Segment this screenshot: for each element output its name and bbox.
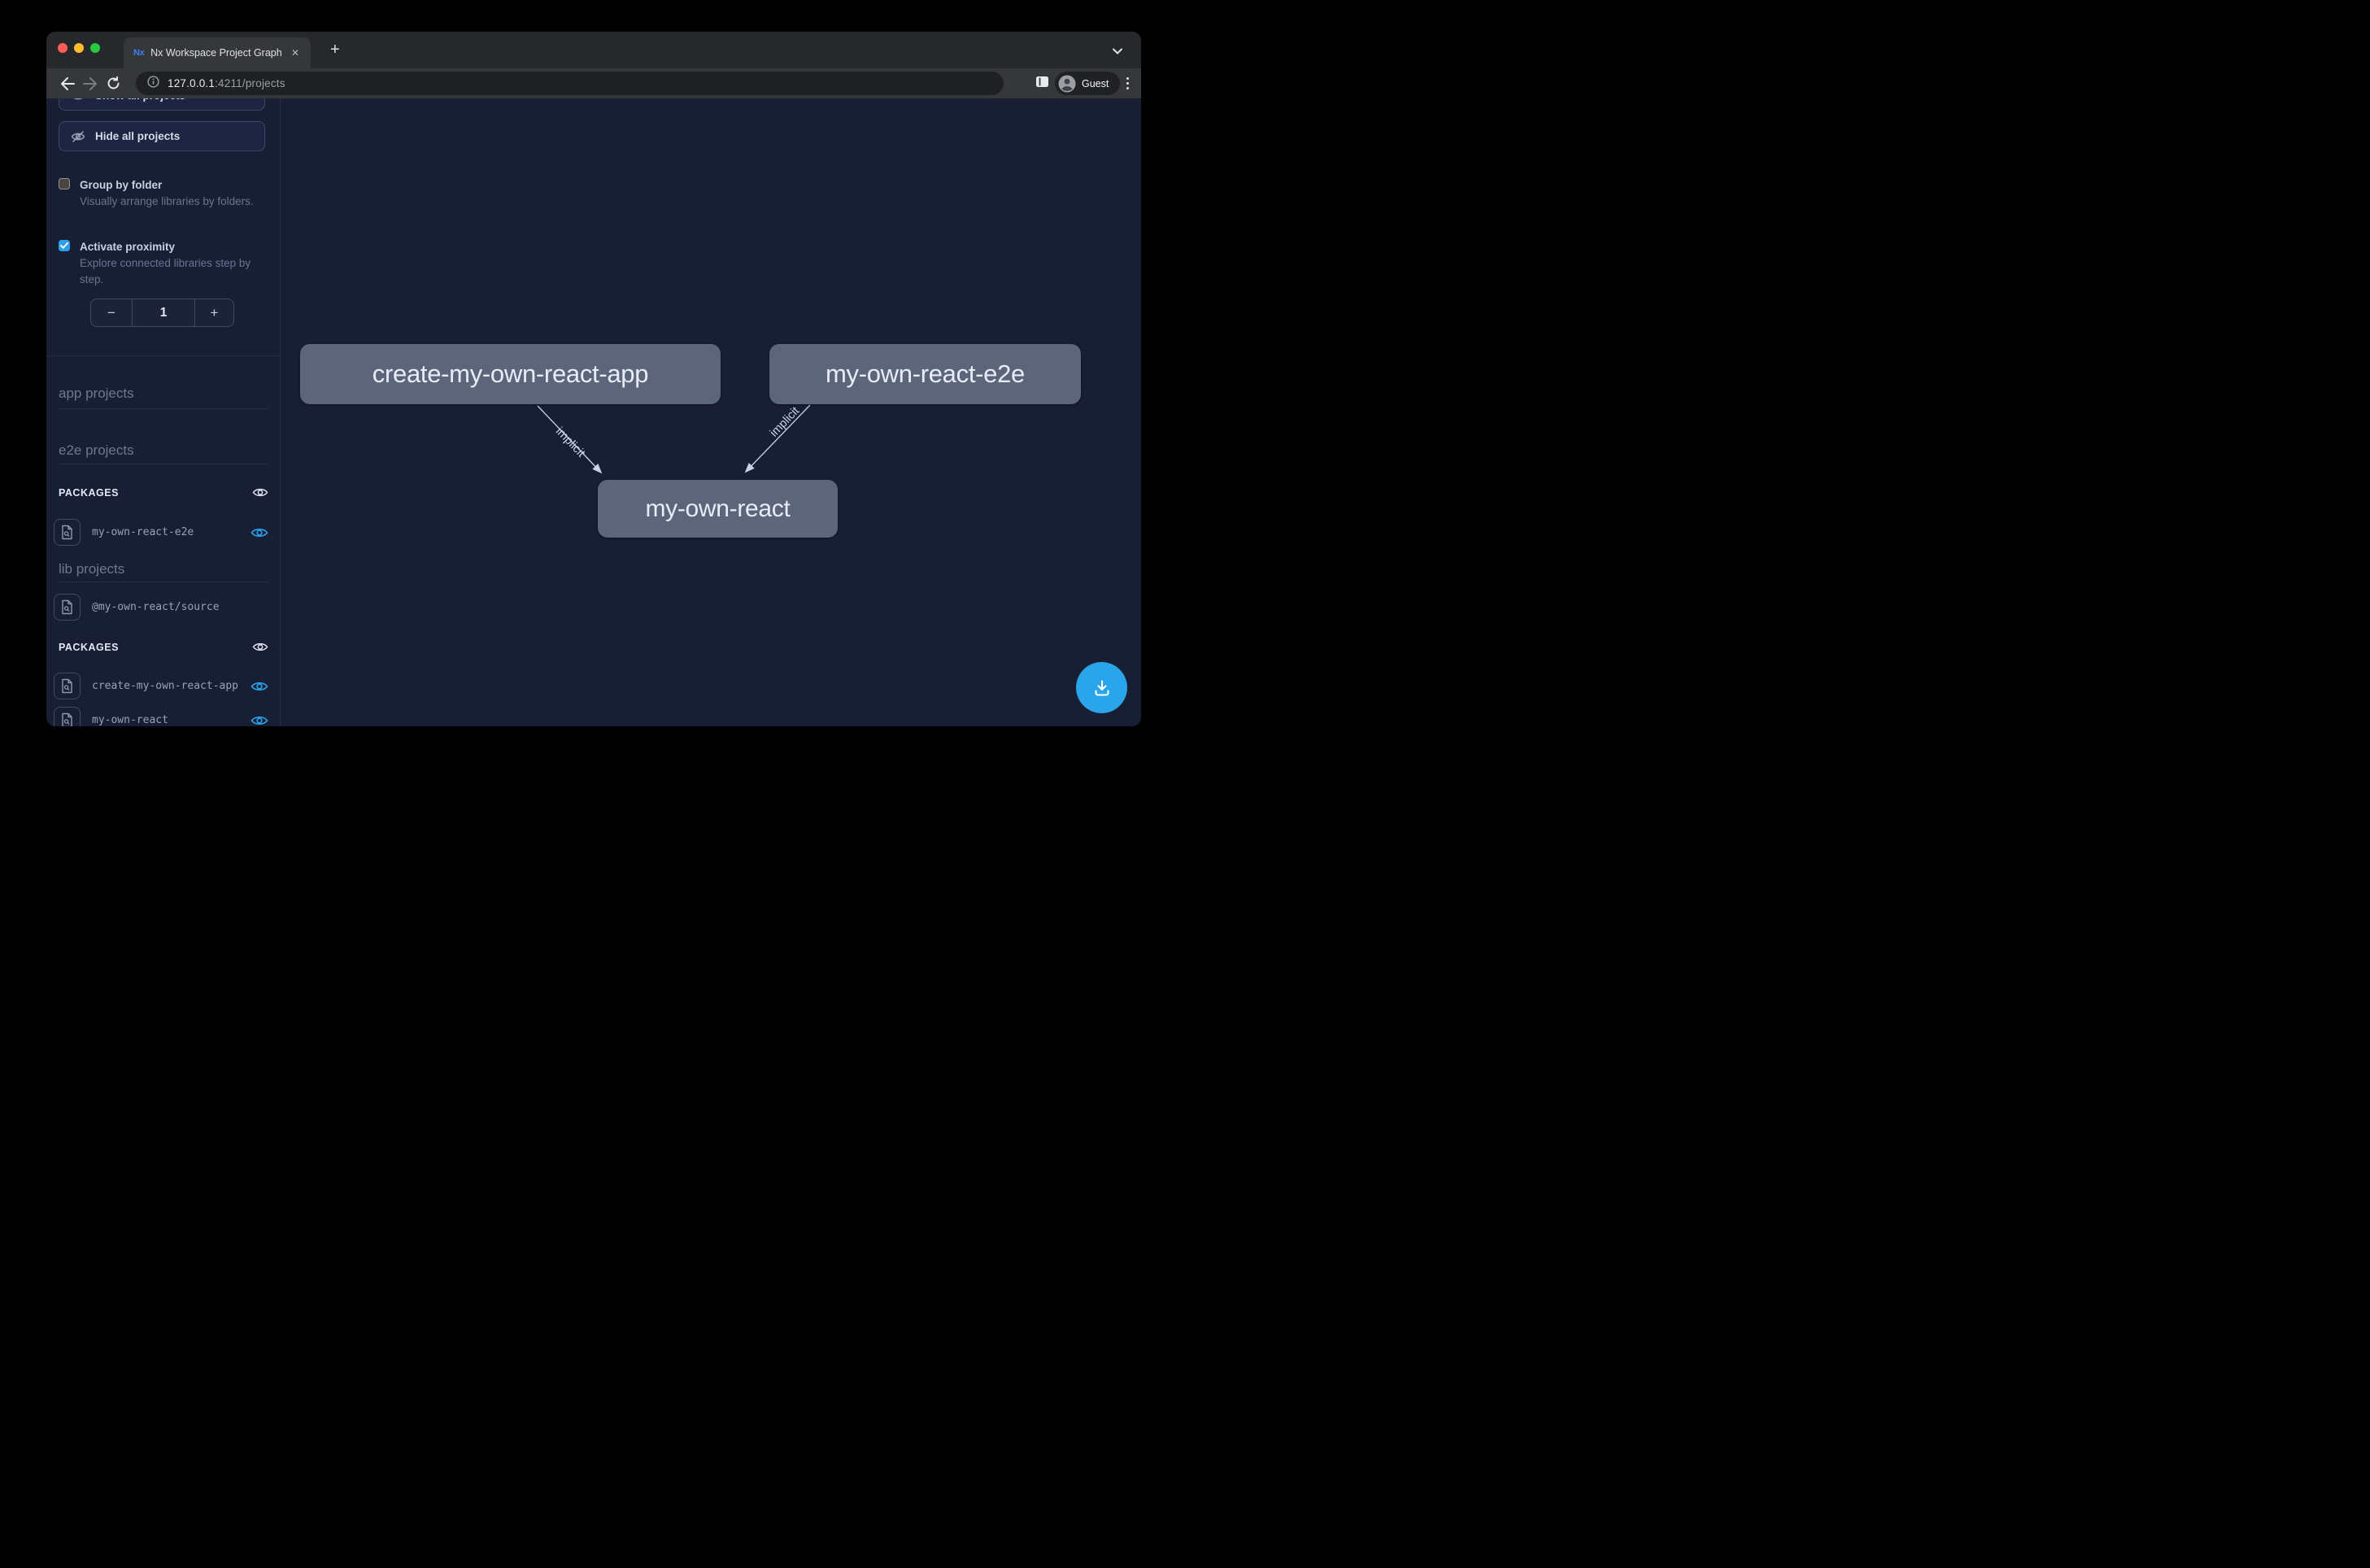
page-content: Show all projects Hide all projects Grou… [46,98,1141,726]
forward-button[interactable] [79,72,102,95]
focus-eye-icon[interactable] [251,680,268,693]
app-projects-heading: app projects [59,385,268,409]
tab-strip: Nx Nx Workspace Project Graph ✕ + [46,32,1141,68]
graph-node-my-own-react[interactable]: my-own-react [598,480,838,538]
group-by-folder-label: Group by folder [80,176,268,194]
show-all-projects-label: Show all projects [95,98,185,102]
url-text: 127.0.0.1:4211/projects [168,77,285,89]
side-panel-icon[interactable] [1035,76,1049,92]
avatar [1058,75,1076,93]
packages-section-header: PACKAGES [59,486,268,499]
sidebar-divider [46,355,281,356]
edge-label: implicit [768,405,802,440]
project-name: create-my-own-react-app [92,680,239,692]
profile-chip[interactable]: Guest [1055,72,1120,95]
fullscreen-window-button[interactable] [90,43,100,53]
address-bar[interactable]: 127.0.0.1:4211/projects [136,72,1004,95]
proximity-depth-stepper: − 1 + [90,298,234,327]
browser-tab[interactable]: Nx Nx Workspace Project Graph ✕ [124,37,311,68]
project-file-icon [54,673,81,699]
eye-icon [71,98,85,102]
sidebar: Show all projects Hide all projects Grou… [46,98,281,726]
depth-value: 1 [133,299,194,326]
activate-proximity-label: Activate proximity [80,238,268,255]
project-row[interactable]: my-own-react-e2e [54,519,268,546]
tab-title: Nx Workspace Project Graph [150,47,281,59]
project-name: my-own-react [92,714,239,726]
project-graph-canvas[interactable]: implicit implicit create-my-own-react-ap… [281,98,1141,726]
browser-menu-icon[interactable] [1122,74,1133,92]
packages-label: PACKAGES [59,642,119,653]
reload-button[interactable] [102,72,124,95]
project-file-icon [54,707,81,726]
graph-edges: implicit implicit [281,98,1141,726]
graph-node-my-own-react-e2e[interactable]: my-own-react-e2e [769,344,1081,404]
lib-projects-heading: lib projects [59,560,268,582]
project-name: my-own-react-e2e [92,526,239,538]
group-by-folder-checkbox[interactable] [59,178,70,189]
project-name: @my-own-react/source [92,601,268,613]
graph-node-create-my-own-react-app[interactable]: create-my-own-react-app [300,344,721,404]
e2e-projects-heading: e2e projects [59,442,268,464]
download-graph-button[interactable] [1076,662,1127,713]
site-info-icon[interactable] [147,76,159,92]
minimize-window-button[interactable] [74,43,84,53]
download-icon [1091,677,1113,699]
project-row[interactable]: create-my-own-react-app [54,673,268,699]
group-by-folder-option: Group by folder Visually arrange librari… [59,176,270,210]
project-file-icon [54,519,81,546]
focus-eye-icon[interactable] [251,714,268,727]
edge-label: implicit [553,425,587,460]
packages-section-header: PACKAGES [59,641,268,653]
activate-proximity-option: Activate proximity Explore connected lib… [59,238,270,288]
group-by-folder-description: Visually arrange libraries by folders. [80,194,268,210]
back-button[interactable] [56,72,79,95]
hide-all-projects-label: Hide all projects [95,130,180,142]
check-icon [60,242,68,249]
decrement-button[interactable]: − [91,299,133,326]
project-file-icon [54,594,81,621]
browser-toolbar: 127.0.0.1:4211/projects Guest [46,68,1141,98]
window-controls [58,43,100,53]
toggle-all-eye-icon[interactable] [252,641,268,653]
tab-search-chevron-icon[interactable] [1112,45,1123,59]
activate-proximity-description: Explore connected libraries step by step… [80,255,268,288]
packages-label: PACKAGES [59,487,119,499]
desktop-background: Nx Nx Workspace Project Graph ✕ + [0,0,1185,784]
project-row[interactable]: my-own-react [54,707,268,726]
close-window-button[interactable] [58,43,68,53]
profile-name: Guest [1082,78,1109,89]
project-row[interactable]: @my-own-react/source [54,594,268,621]
browser-window: Nx Nx Workspace Project Graph ✕ + [46,32,1141,726]
show-all-projects-button[interactable]: Show all projects [59,98,265,111]
tab-close-icon[interactable]: ✕ [288,46,303,60]
hide-all-projects-button[interactable]: Hide all projects [59,121,265,151]
increment-button[interactable]: + [194,299,233,326]
focus-eye-icon[interactable] [251,526,268,539]
eye-slash-icon [71,130,85,143]
toggle-all-eye-icon[interactable] [252,486,268,499]
activate-proximity-checkbox[interactable] [59,240,70,251]
nx-favicon-icon: Nx [133,48,144,58]
new-tab-button[interactable]: + [325,41,345,58]
